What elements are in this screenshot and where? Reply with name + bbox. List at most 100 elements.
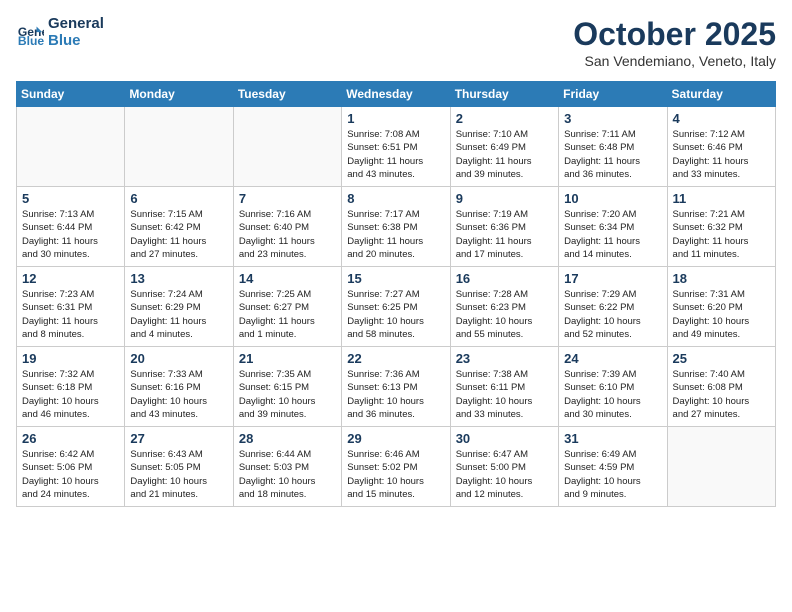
- day-number: 28: [239, 431, 336, 446]
- calendar-day-cell: 13 Sunrise: 7:24 AM Sunset: 6:29 PM Dayli…: [125, 267, 233, 347]
- day-info: Sunrise: 7:10 AM Sunset: 6:49 PM Dayligh…: [456, 128, 553, 181]
- calendar-day-cell: 1 Sunrise: 7:08 AM Sunset: 6:51 PM Daylig…: [342, 107, 450, 187]
- calendar-day-cell: 2 Sunrise: 7:10 AM Sunset: 6:49 PM Daylig…: [450, 107, 558, 187]
- logo-line1: General: [48, 16, 104, 33]
- day-number: 20: [130, 351, 227, 366]
- day-number: 15: [347, 271, 444, 286]
- weekday-header-cell: Thursday: [450, 82, 558, 107]
- calendar-day-cell: [125, 107, 233, 187]
- logo-line2: Blue: [48, 33, 104, 50]
- day-info: Sunrise: 6:42 AM Sunset: 5:06 PM Dayligh…: [22, 448, 119, 501]
- calendar-week-row: 5 Sunrise: 7:13 AM Sunset: 6:44 PM Daylig…: [17, 187, 776, 267]
- day-info: Sunrise: 7:40 AM Sunset: 6:08 PM Dayligh…: [673, 368, 770, 421]
- day-number: 17: [564, 271, 661, 286]
- day-info: Sunrise: 7:15 AM Sunset: 6:42 PM Dayligh…: [130, 208, 227, 261]
- calendar-day-cell: 4 Sunrise: 7:12 AM Sunset: 6:46 PM Daylig…: [667, 107, 775, 187]
- weekday-header-cell: Tuesday: [233, 82, 341, 107]
- day-number: 27: [130, 431, 227, 446]
- calendar-day-cell: 23 Sunrise: 7:38 AM Sunset: 6:11 PM Dayli…: [450, 347, 558, 427]
- weekday-header-cell: Monday: [125, 82, 233, 107]
- day-info: Sunrise: 6:47 AM Sunset: 5:00 PM Dayligh…: [456, 448, 553, 501]
- day-info: Sunrise: 7:29 AM Sunset: 6:22 PM Dayligh…: [564, 288, 661, 341]
- day-number: 3: [564, 111, 661, 126]
- calendar-day-cell: [233, 107, 341, 187]
- day-info: Sunrise: 7:12 AM Sunset: 6:46 PM Dayligh…: [673, 128, 770, 181]
- day-info: Sunrise: 6:46 AM Sunset: 5:02 PM Dayligh…: [347, 448, 444, 501]
- day-number: 7: [239, 191, 336, 206]
- calendar-week-row: 12 Sunrise: 7:23 AM Sunset: 6:31 PM Dayli…: [17, 267, 776, 347]
- day-info: Sunrise: 7:17 AM Sunset: 6:38 PM Dayligh…: [347, 208, 444, 261]
- day-number: 21: [239, 351, 336, 366]
- day-info: Sunrise: 6:49 AM Sunset: 4:59 PM Dayligh…: [564, 448, 661, 501]
- location-subtitle: San Vendemiano, Veneto, Italy: [573, 53, 776, 69]
- day-info: Sunrise: 7:33 AM Sunset: 6:16 PM Dayligh…: [130, 368, 227, 421]
- day-number: 29: [347, 431, 444, 446]
- day-number: 22: [347, 351, 444, 366]
- calendar-week-row: 19Sunrise: 7:32 AM Sunset: 6:18 PM Dayli…: [17, 347, 776, 427]
- calendar-day-cell: [17, 107, 125, 187]
- day-number: 1: [347, 111, 444, 126]
- calendar-day-cell: 26 Sunrise: 6:42 AM Sunset: 5:06 PM Dayli…: [17, 427, 125, 507]
- calendar-day-cell: 12 Sunrise: 7:23 AM Sunset: 6:31 PM Dayli…: [17, 267, 125, 347]
- day-number: 4: [673, 111, 770, 126]
- day-info: Sunrise: 7:13 AM Sunset: 6:44 PM Dayligh…: [22, 208, 119, 261]
- calendar-day-cell: 25Sunrise: 7:40 AM Sunset: 6:08 PM Dayli…: [667, 347, 775, 427]
- calendar-day-cell: 14 Sunrise: 7:25 AM Sunset: 6:27 PM Dayli…: [233, 267, 341, 347]
- calendar-day-cell: 7Sunrise: 7:16 AM Sunset: 6:40 PM Daylig…: [233, 187, 341, 267]
- title-block: October 2025 San Vendemiano, Veneto, Ita…: [573, 16, 776, 69]
- day-number: 16: [456, 271, 553, 286]
- calendar-day-cell: 15 Sunrise: 7:27 AM Sunset: 6:25 PM Dayli…: [342, 267, 450, 347]
- day-info: Sunrise: 7:23 AM Sunset: 6:31 PM Dayligh…: [22, 288, 119, 341]
- calendar-day-cell: 21Sunrise: 7:35 AM Sunset: 6:15 PM Dayli…: [233, 347, 341, 427]
- day-info: Sunrise: 7:31 AM Sunset: 6:20 PM Dayligh…: [673, 288, 770, 341]
- day-number: 5: [22, 191, 119, 206]
- calendar-day-cell: 5 Sunrise: 7:13 AM Sunset: 6:44 PM Daylig…: [17, 187, 125, 267]
- calendar-day-cell: 9Sunrise: 7:19 AM Sunset: 6:36 PM Daylig…: [450, 187, 558, 267]
- day-info: Sunrise: 7:27 AM Sunset: 6:25 PM Dayligh…: [347, 288, 444, 341]
- calendar-day-cell: 27Sunrise: 6:43 AM Sunset: 5:05 PM Dayli…: [125, 427, 233, 507]
- calendar-day-cell: 18 Sunrise: 7:31 AM Sunset: 6:20 PM Dayli…: [667, 267, 775, 347]
- day-number: 14: [239, 271, 336, 286]
- day-number: 2: [456, 111, 553, 126]
- day-number: 23: [456, 351, 553, 366]
- weekday-header-cell: Wednesday: [342, 82, 450, 107]
- calendar-day-cell: 29 Sunrise: 6:46 AM Sunset: 5:02 PM Dayli…: [342, 427, 450, 507]
- day-info: Sunrise: 7:36 AM Sunset: 6:13 PM Dayligh…: [347, 368, 444, 421]
- weekday-header-cell: Sunday: [17, 82, 125, 107]
- weekday-header-cell: Friday: [559, 82, 667, 107]
- day-number: 10: [564, 191, 661, 206]
- logo: General Blue General Blue: [16, 16, 104, 49]
- svg-text:Blue: Blue: [18, 34, 44, 47]
- calendar-day-cell: 11 Sunrise: 7:21 AM Sunset: 6:32 PM Dayli…: [667, 187, 775, 267]
- day-info: Sunrise: 6:44 AM Sunset: 5:03 PM Dayligh…: [239, 448, 336, 501]
- page-header: General Blue General Blue October 2025 S…: [16, 16, 776, 69]
- day-info: Sunrise: 7:08 AM Sunset: 6:51 PM Dayligh…: [347, 128, 444, 181]
- calendar-day-cell: 16 Sunrise: 7:28 AM Sunset: 6:23 PM Dayli…: [450, 267, 558, 347]
- calendar-day-cell: 17 Sunrise: 7:29 AM Sunset: 6:22 PM Dayli…: [559, 267, 667, 347]
- day-number: 12: [22, 271, 119, 286]
- calendar-day-cell: 31 Sunrise: 6:49 AM Sunset: 4:59 PM Dayli…: [559, 427, 667, 507]
- calendar-day-cell: 6 Sunrise: 7:15 AM Sunset: 6:42 PM Daylig…: [125, 187, 233, 267]
- calendar-day-cell: 20 Sunrise: 7:33 AM Sunset: 6:16 PM Dayli…: [125, 347, 233, 427]
- day-number: 26: [22, 431, 119, 446]
- day-info: Sunrise: 7:20 AM Sunset: 6:34 PM Dayligh…: [564, 208, 661, 261]
- day-number: 31: [564, 431, 661, 446]
- day-number: 11: [673, 191, 770, 206]
- weekday-header-cell: Saturday: [667, 82, 775, 107]
- day-info: Sunrise: 7:25 AM Sunset: 6:27 PM Dayligh…: [239, 288, 336, 341]
- day-number: 30: [456, 431, 553, 446]
- calendar-body: 1 Sunrise: 7:08 AM Sunset: 6:51 PM Daylig…: [17, 107, 776, 507]
- calendar-day-cell: 30 Sunrise: 6:47 AM Sunset: 5:00 PM Dayli…: [450, 427, 558, 507]
- day-number: 6: [130, 191, 227, 206]
- calendar-week-row: 1 Sunrise: 7:08 AM Sunset: 6:51 PM Daylig…: [17, 107, 776, 187]
- calendar-day-cell: [667, 427, 775, 507]
- day-info: Sunrise: 7:21 AM Sunset: 6:32 PM Dayligh…: [673, 208, 770, 261]
- calendar-day-cell: 8Sunrise: 7:17 AM Sunset: 6:38 PM Daylig…: [342, 187, 450, 267]
- day-info: Sunrise: 7:24 AM Sunset: 6:29 PM Dayligh…: [130, 288, 227, 341]
- day-number: 19: [22, 351, 119, 366]
- day-number: 13: [130, 271, 227, 286]
- day-number: 18: [673, 271, 770, 286]
- day-info: Sunrise: 7:28 AM Sunset: 6:23 PM Dayligh…: [456, 288, 553, 341]
- calendar-day-cell: 19Sunrise: 7:32 AM Sunset: 6:18 PM Dayli…: [17, 347, 125, 427]
- day-info: Sunrise: 7:38 AM Sunset: 6:11 PM Dayligh…: [456, 368, 553, 421]
